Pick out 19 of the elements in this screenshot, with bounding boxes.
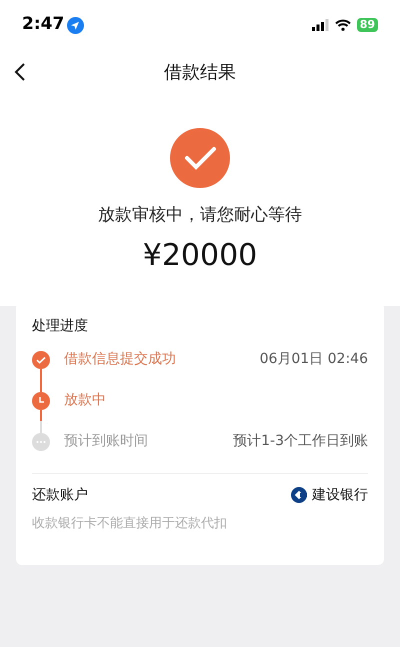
section-title: 处理进度 xyxy=(32,316,89,336)
account-note: 收款银行卡不能直接用于还款代扣 xyxy=(32,514,228,532)
check-circle-icon xyxy=(170,128,230,188)
back-chevron-icon xyxy=(14,62,26,82)
bank-name: 建设银行 xyxy=(312,486,368,504)
signal-icon xyxy=(312,19,329,31)
step-label: 借款信息提交成功 xyxy=(64,350,176,369)
account-label: 还款账户 xyxy=(32,486,88,504)
bank-logo-icon xyxy=(291,487,307,503)
result-message: 放款审核中，请您耐心等待 xyxy=(98,204,302,227)
step-label: 预计到账时间 xyxy=(64,432,148,451)
wifi-icon xyxy=(334,19,351,31)
step-detail: 预计1-3个工作日到账 xyxy=(233,432,368,451)
page-title: 借款结果 xyxy=(164,60,236,84)
status-time: 2:47 xyxy=(22,13,64,36)
battery-indicator: 89 xyxy=(356,18,378,32)
step-label: 放款中 xyxy=(64,391,106,410)
loan-amount: ¥20000 xyxy=(142,236,258,274)
step-detail: 06月01日 02:46 xyxy=(260,350,368,369)
